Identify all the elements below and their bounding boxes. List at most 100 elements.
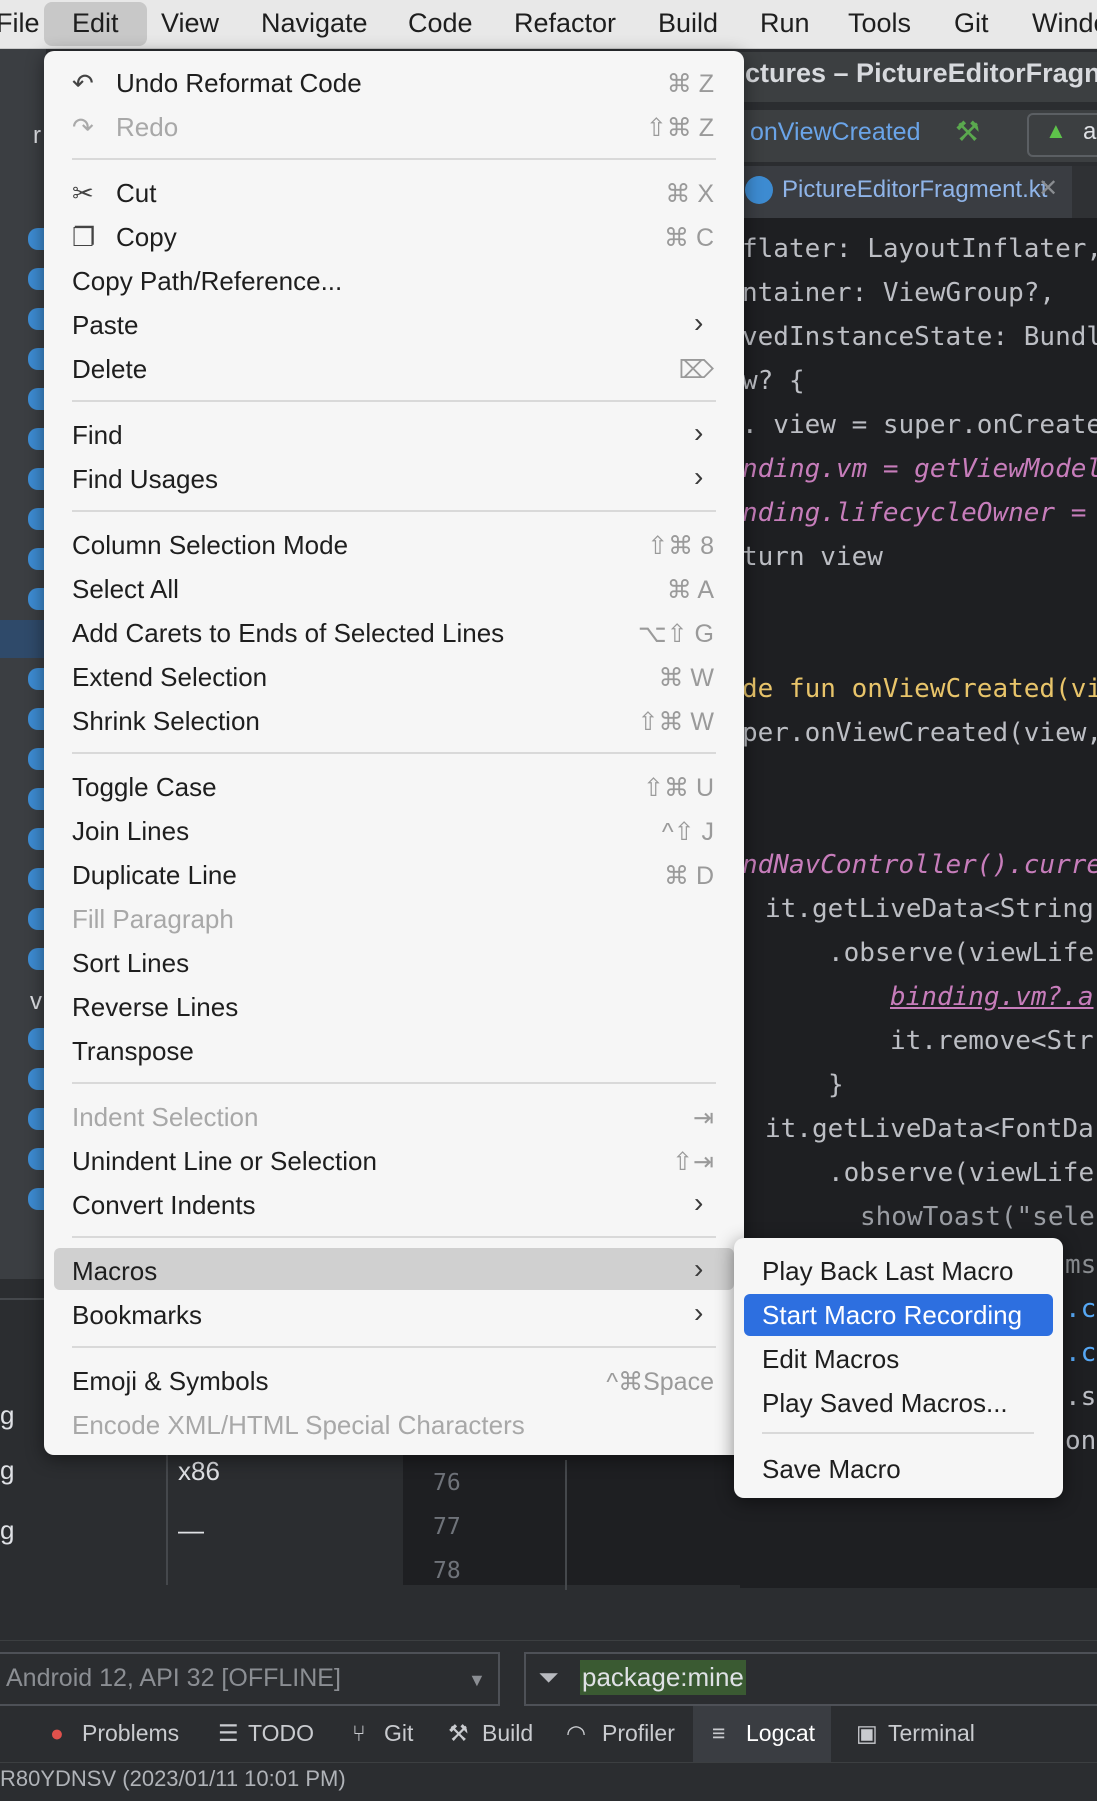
extend-selection-item[interactable]: Extend Selection	[72, 662, 267, 693]
tab-logcat[interactable]: Logcat	[746, 1720, 815, 1747]
menu-navigate[interactable]: Navigate	[261, 0, 368, 48]
menu-build[interactable]: Build	[658, 0, 718, 48]
filter-icon[interactable]: ⏷	[538, 1662, 559, 1694]
menu-refactor[interactable]: Refactor	[514, 0, 616, 48]
code-line: per.onViewCreated(view,	[742, 718, 1097, 748]
menu-window[interactable]: Windo	[1032, 0, 1097, 48]
device-select-label[interactable]: Android 12, API 32 [OFFLINE]	[6, 1664, 341, 1693]
code-line: ntainer: ViewGroup?,	[742, 278, 1056, 308]
chevron-right-icon: ›	[694, 1253, 704, 1284]
bookmarks-item[interactable]: Bookmarks	[72, 1300, 202, 1331]
file-icon	[28, 388, 44, 410]
chevron-down-icon[interactable]: ▼	[468, 1670, 486, 1691]
filter-query[interactable]: package:mine	[580, 1660, 746, 1695]
menu-separator	[72, 1346, 716, 1348]
fold-line	[565, 1460, 567, 1590]
code-line: on	[1065, 1426, 1097, 1456]
undo-item[interactable]: Undo Reformat Code	[116, 68, 362, 99]
menu-file[interactable]: File	[0, 0, 40, 48]
close-icon[interactable]: ✕	[1038, 174, 1058, 203]
breadcrumb[interactable]: onViewCreated	[750, 118, 920, 147]
git-branch-icon: ⑂	[352, 1720, 366, 1746]
todo-icon: ☰	[218, 1720, 239, 1746]
file-icon	[28, 348, 44, 370]
chevron-right-icon: ›	[694, 461, 704, 492]
unindent-item[interactable]: Unindent Line or Selection	[72, 1146, 377, 1177]
toggle-case-shortcut: ⇧⌘ U	[643, 774, 714, 802]
play-back-last-macro-item[interactable]: Play Back Last Macro	[762, 1256, 1013, 1287]
menu-edit[interactable]: Edit	[44, 2, 147, 46]
find-item[interactable]: Find	[72, 420, 123, 451]
start-macro-recording-item[interactable]: Start Macro Recording	[762, 1300, 1022, 1331]
delete-item[interactable]: Delete	[72, 354, 147, 385]
menu-tools[interactable]: Tools	[848, 0, 911, 48]
code-line: it.getLiveData<String:	[765, 894, 1097, 924]
run-config-label: a	[1083, 118, 1097, 145]
encode-xml-item[interactable]: Encode XML/HTML Special Characters	[72, 1410, 525, 1441]
menu-separator	[72, 158, 716, 160]
file-icon	[28, 668, 44, 690]
paste-item[interactable]: Paste	[72, 310, 139, 341]
shrink-selection-item[interactable]: Shrink Selection	[72, 706, 260, 737]
tab-problems[interactable]: Problems	[82, 1720, 179, 1747]
toggle-case-item[interactable]: Toggle Case	[72, 772, 217, 803]
save-macro-item[interactable]: Save Macro	[762, 1454, 901, 1485]
add-carets-item[interactable]: Add Carets to Ends of Selected Lines	[72, 618, 504, 649]
menu-separator	[72, 510, 716, 512]
copy-path-item[interactable]: Copy Path/Reference...	[72, 266, 342, 297]
copy-item[interactable]: Copy	[116, 222, 177, 253]
tab-label[interactable]: PictureEditorFragment.kt	[782, 176, 1047, 204]
code-line: }	[828, 1070, 844, 1100]
code-line: .observe(viewLife	[828, 938, 1095, 968]
code-line: ndNavController().curre	[742, 850, 1097, 880]
menu-view[interactable]: View	[161, 0, 219, 48]
copy-icon: ❐	[72, 222, 96, 252]
tab-profiler[interactable]: Profiler	[602, 1720, 675, 1747]
redo-item[interactable]: Redo	[116, 112, 178, 143]
code-line: showToast("sele	[860, 1202, 1095, 1232]
menu-git[interactable]: Git	[954, 0, 989, 48]
join-lines-item[interactable]: Join Lines	[72, 816, 189, 847]
redo-shortcut: ⇧⌘ Z	[645, 114, 714, 142]
menu-code[interactable]: Code	[408, 0, 473, 48]
transpose-item[interactable]: Transpose	[72, 1036, 194, 1067]
menu-run[interactable]: Run	[760, 0, 810, 48]
tab-todo[interactable]: TODO	[248, 1720, 314, 1747]
duplicate-line-item[interactable]: Duplicate Line	[72, 860, 237, 891]
select-all-item[interactable]: Select All	[72, 574, 179, 605]
column-selection-shortcut: ⇧⌘ 8	[647, 532, 714, 560]
edit-macros-item[interactable]: Edit Macros	[762, 1344, 899, 1375]
hammer-icon: ⚒	[448, 1720, 469, 1746]
play-saved-macros-item[interactable]: Play Saved Macros...	[762, 1388, 1008, 1419]
join-lines-shortcut: ^⇧ J	[661, 818, 714, 846]
code-line: it.remove<Str	[890, 1026, 1094, 1056]
cut-item[interactable]: Cut	[116, 178, 156, 209]
convert-indents-item[interactable]: Convert Indents	[72, 1190, 256, 1221]
menu-separator	[72, 1082, 716, 1084]
tab-build[interactable]: Build	[482, 1720, 533, 1747]
indent-selection-item[interactable]: Indent Selection	[72, 1102, 258, 1133]
column-selection-item[interactable]: Column Selection Mode	[72, 530, 348, 561]
code-line: w? {	[742, 366, 805, 396]
tab-git[interactable]: Git	[384, 1720, 413, 1747]
macros-item[interactable]: Macros	[72, 1256, 157, 1287]
code-line: .s	[1065, 1382, 1097, 1412]
emoji-symbols-item[interactable]: Emoji & Symbols	[72, 1366, 269, 1397]
file-icon	[28, 1028, 44, 1050]
extend-selection-shortcut: ⌘ W	[658, 664, 714, 692]
file-icon	[28, 948, 44, 970]
fill-paragraph-item[interactable]: Fill Paragraph	[72, 904, 234, 935]
sort-lines-item[interactable]: Sort Lines	[72, 948, 189, 979]
find-usages-item[interactable]: Find Usages	[72, 464, 218, 495]
tab-terminal[interactable]: Terminal	[888, 1720, 975, 1747]
select-all-shortcut: ⌘ A	[666, 576, 714, 604]
undo-shortcut: ⌘ Z	[666, 70, 714, 98]
logcat-icon: ≡	[712, 1720, 726, 1746]
line-number: 77	[433, 1514, 461, 1540]
chevron-right-icon: ›	[694, 307, 704, 338]
build-hammer-icon[interactable]: ⚒	[955, 115, 980, 148]
menu-bar: File Edit View Navigate Code Refactor Bu…	[0, 0, 1097, 49]
reverse-lines-item[interactable]: Reverse Lines	[72, 992, 238, 1023]
file-icon	[28, 588, 44, 610]
copy-shortcut: ⌘ C	[664, 224, 714, 252]
